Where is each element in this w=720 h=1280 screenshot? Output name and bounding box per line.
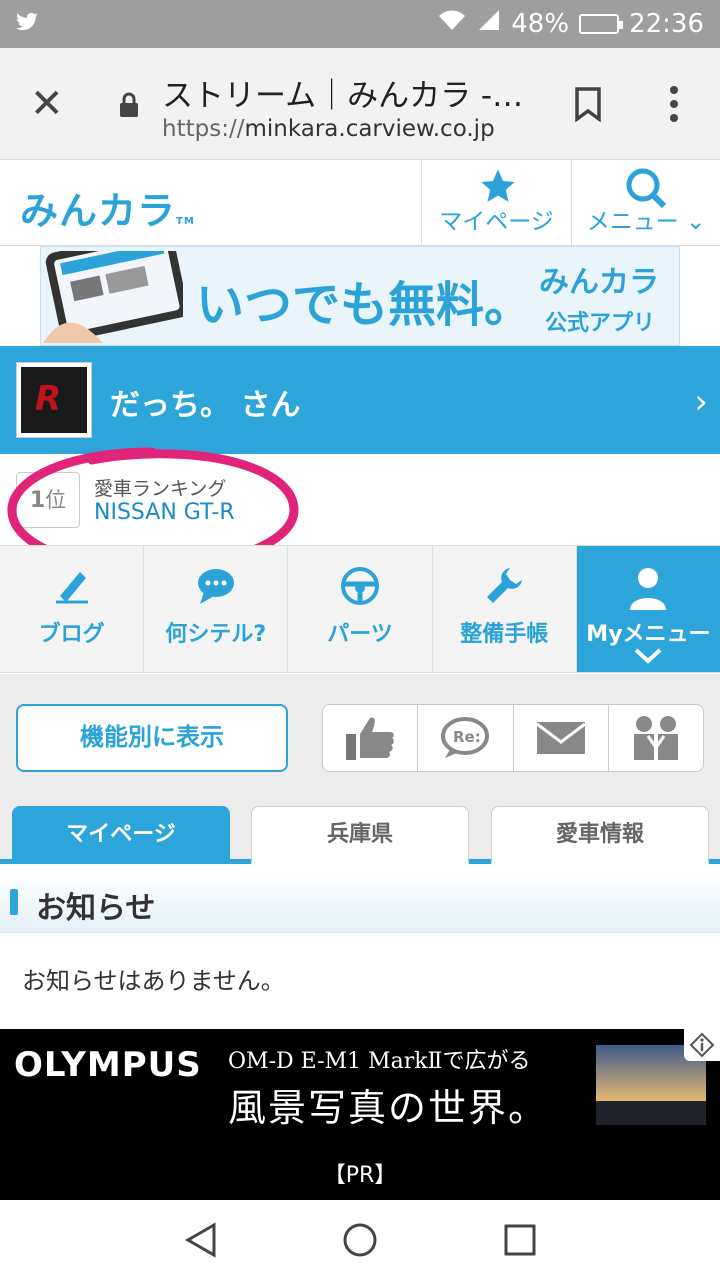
phone-illustration [43,247,188,343]
ad-brand: OLYMPUS [14,1045,202,1085]
app-promo-banner[interactable]: いつでも無料。 みんカラ 公式アプリ [40,246,680,346]
nav-tile-label: 整備手帳 [460,622,549,647]
quick-action-group: Re: [322,704,704,772]
wifi-icon [437,8,467,39]
recents-icon[interactable] [504,1224,536,1260]
reply-bubble-icon[interactable]: Re: [418,705,514,771]
thumbs-up-icon[interactable] [323,705,419,771]
friends-icon[interactable] [609,705,703,771]
chevron-down-icon: ⌄ [686,209,706,235]
nav-tile-blog[interactable]: ブログ [0,546,145,672]
banner-app-sub: 公式アプリ [545,311,656,336]
ad-info-icon[interactable] [684,1029,720,1061]
header-mypage-button[interactable]: マイページ [421,160,571,246]
user-profile-bar[interactable]: R だっち。 さん › [0,346,720,454]
status-bar: 48% 22:36 [0,0,720,48]
nav-tile-label: ブログ [38,622,105,647]
header-menu-button[interactable]: メニュー ⌄ [571,160,720,246]
notice-message: お知らせはありません。 [22,967,285,995]
url-scheme: https:// [162,116,245,142]
avatar: R [16,362,92,438]
banner-app-logo: みんカラ [539,265,659,300]
nav-tile-maintenance[interactable]: 整備手帳 [433,546,577,672]
battery-icon [579,13,624,34]
nav-tile-label: Myメニュー [586,622,711,647]
advertisement[interactable]: OLYMPUS OM-D E-M1 MarkⅡで広がる 風景写真の世界。 【PR… [0,1029,720,1200]
clock: 22:36 [629,8,704,39]
mail-icon[interactable] [514,705,609,771]
android-nav-bar [0,1200,720,1280]
reply-icon-text: Re: [453,728,481,746]
tab-prefecture[interactable]: 兵庫県 [251,806,469,864]
more-menu-icon[interactable] [664,84,684,124]
close-tab-button[interactable]: ✕ [30,84,64,124]
function-row: 機能別に表示 Re: [0,674,720,798]
header-mypage-label: マイページ [439,209,554,235]
ad-headline: OM-D E-M1 MarkⅡで広がる [228,1049,531,1074]
main-nav-tiles: ブログ 何シテル? パーツ 整備手帳 Myメニュー [0,545,720,673]
back-icon[interactable] [184,1222,218,1262]
url-host: minkara.carview.co.jp [244,116,495,142]
section-marker [10,889,18,915]
nav-tile-label: 何シテル? [165,622,267,647]
signal-icon [477,8,501,39]
section-tabs: マイページ 兵庫県 愛車情報 [0,798,720,864]
url-bar[interactable]: https://minkara.carview.co.jp [162,116,495,142]
steering-wheel-icon [340,566,380,610]
tab-mypage[interactable]: マイページ [12,806,230,864]
battery-percent: 48% [511,8,570,39]
browser-toolbar: ✕ ストリーム｜みんカラ -… https://minkara.carview.… [0,48,720,160]
lock-icon[interactable] [118,92,140,118]
tab-car-info[interactable]: 愛車情報 [491,806,709,864]
ad-copy: 風景写真の世界。 [228,1086,549,1130]
page-title[interactable]: ストリーム｜みんカラ -… [162,70,542,115]
site-logo[interactable]: みんカラTM [20,180,195,235]
logo-text: みんカラ [20,189,177,233]
twitter-icon [14,10,40,38]
ad-pr-label: 【PR】 [323,1163,397,1188]
header-menu-label: メニュー [586,209,679,235]
chevron-down-icon [577,648,720,668]
banner-slogan: いつでも無料。 [196,277,533,333]
star-icon [481,169,515,202]
notice-body: お知らせはありません。 [0,933,720,1029]
notice-header: お知らせ [0,869,720,933]
user-name: だっち。 さん [110,388,301,423]
notice-title: お知らせ [36,891,156,926]
bookmark-icon[interactable] [574,86,602,126]
gt-r-logo-image: R [21,367,87,433]
nav-tile-parts[interactable]: パーツ [288,546,433,672]
person-icon [628,566,668,614]
wrench-icon [484,566,524,610]
nav-tile-status[interactable]: 何シテル? [144,546,289,672]
chat-bubble-icon [196,566,236,610]
pencil-icon [52,566,92,610]
site-header: みんカラTM マイページ メニュー ⌄ [0,160,720,246]
nav-tile-mymenu[interactable]: Myメニュー [576,546,720,672]
chevron-right-icon: › [694,382,708,422]
home-icon[interactable] [342,1222,378,1262]
show-by-function-button[interactable]: 機能別に表示 [16,704,288,772]
nav-tile-label: パーツ [327,622,393,647]
logo-tm: TM [176,216,195,227]
